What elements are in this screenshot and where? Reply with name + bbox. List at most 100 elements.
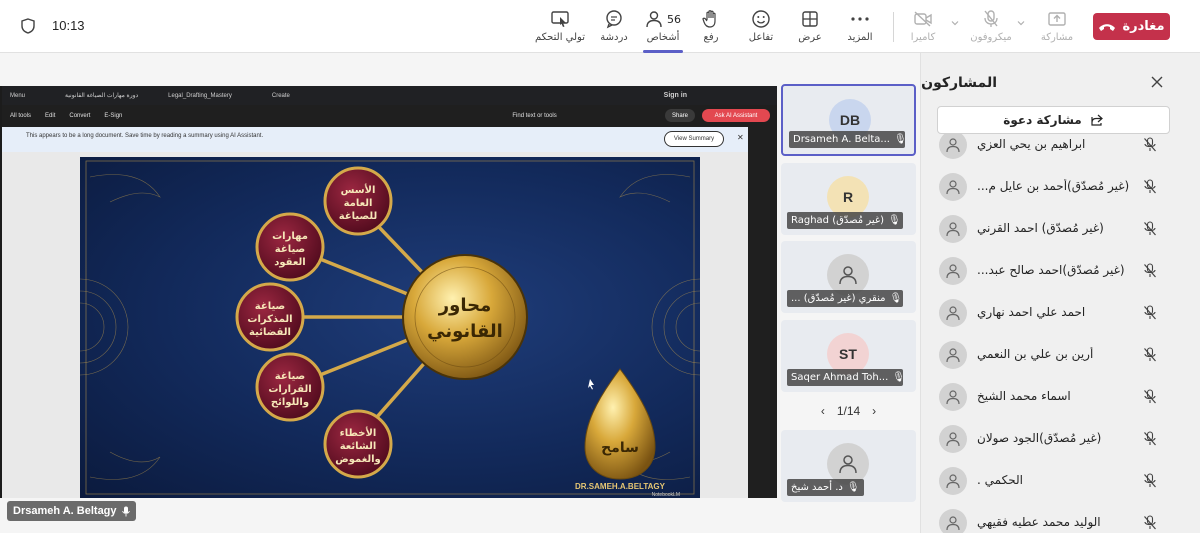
mind-map-graphic: محاور القانوني الأسس العامة للصياغة مهارات… (80, 160, 700, 498)
take-control-button[interactable]: تولي التحكم (535, 8, 585, 48)
share-icon (1091, 114, 1103, 126)
people-label: أشخاص (646, 32, 680, 43)
share-screen-icon (1048, 12, 1066, 26)
participant-row[interactable]: الحكمي . (921, 460, 1200, 502)
participant-row[interactable]: اسماء محمد الشيخ (921, 376, 1200, 418)
avatar (939, 383, 967, 411)
chevron-down-icon[interactable] (1016, 18, 1026, 28)
camera-label: كاميرا (910, 32, 936, 43)
pdf-notice-bar: This appears to be a long document. Save… (2, 127, 748, 152)
participant-name: ابراهيم بن يحي العزي (977, 137, 1086, 151)
browser-tab: دورة مهارات الصياغة القانونية (65, 93, 139, 99)
chevron-down-icon[interactable] (950, 18, 960, 28)
tile-name-tag: د. أحمد شيخ 🎙 (787, 479, 864, 496)
raise-hand-icon (702, 10, 716, 28)
svg-text:واللوائح: واللوائح (271, 397, 309, 408)
take-control-label: تولي التحكم (535, 32, 585, 43)
participant-row[interactable]: (غير مُصدّق)احمد صالح عبد... (921, 250, 1200, 292)
react-label: تفاعل (748, 32, 774, 43)
people-button[interactable]: 56 أشخاص (643, 8, 683, 53)
person-icon (946, 264, 960, 279)
avatar (939, 134, 967, 159)
participant-row[interactable]: (غير مُصدّق)الجود صولان (921, 418, 1200, 460)
participant-row[interactable]: (غير مُصدّق)أحمد بن عايل م... (921, 166, 1200, 208)
participant-row[interactable]: ابراهيم بن يحي العزي (921, 134, 1200, 166)
video-tile[interactable]: DB Drsameh A. Belta...🎙 (781, 84, 916, 156)
person-icon (946, 390, 960, 405)
person-icon (946, 432, 960, 447)
svg-text:صياغة: صياغة (255, 301, 285, 312)
chat-label: دردشة (600, 32, 628, 43)
svg-text:المذكرات: المذكرات (247, 314, 292, 325)
browser-new-tab: Create (271, 92, 290, 99)
svg-text:العامة: العامة (344, 198, 373, 209)
tile-name: Drsameh A. Belta... (793, 134, 890, 145)
chevron-right-icon[interactable]: › (872, 404, 876, 418)
svg-text:للصياغة: للصياغة (339, 211, 377, 222)
more-button[interactable]: المزيد (843, 8, 877, 48)
participant-row[interactable]: احمد علي احمد نهاري (921, 292, 1200, 334)
camera-off-icon (914, 11, 932, 27)
mic-off-icon (1144, 221, 1156, 236)
tile-name-tag: ... منقري (غير مُصدّق) 🎙 (787, 290, 903, 307)
grid-view-icon (802, 11, 818, 27)
participant-name: (غير مُصدّق)أحمد بن عايل م... (977, 179, 1130, 193)
raise-hand-button[interactable]: رفع (698, 8, 724, 48)
slide-brand: DR.SAMEH.A.BELTAGY (575, 482, 666, 491)
video-tile[interactable]: ST Saqer Ahmad Toh... 🎙 (781, 320, 916, 392)
video-tile[interactable]: R Raghad (غير مُصدّق) 🎙 (781, 163, 916, 235)
pdf-document: محاور القانوني الأسس العامة للصياغة مهارات… (2, 152, 748, 498)
pdf-tool: E-Sign (104, 113, 123, 119)
avatar (939, 215, 967, 243)
mic-icon (121, 506, 130, 516)
person-icon (946, 516, 960, 531)
participant-row[interactable]: أرين بن علي بن النعمي (921, 334, 1200, 376)
person-icon (946, 180, 960, 195)
person-icon (946, 474, 960, 489)
close-icon: ✕ (737, 133, 744, 142)
avatar (939, 509, 967, 533)
mic-off-icon: 🎙 (892, 372, 903, 383)
participant-row[interactable]: الوليد محمد عطيه فقيهي (921, 502, 1200, 533)
mic-off-icon (1144, 179, 1156, 194)
view-button[interactable]: عرض (797, 8, 823, 48)
mic-icon: 🎙 (894, 134, 905, 145)
microphone-button[interactable]: ميكروفون (968, 8, 1014, 48)
page-indicator: 1/14 (836, 404, 861, 418)
pdf-tool: Convert (69, 113, 91, 119)
tile-name: Saqer Ahmad Toh... (791, 372, 889, 383)
share-invite-label: مشاركة دعوة (1003, 113, 1082, 127)
pdf-side-rail (748, 127, 777, 498)
chat-button[interactable]: دردشة (596, 8, 632, 48)
video-tile[interactable]: د. أحمد شيخ 🎙 (781, 430, 916, 502)
participant-name: الحكمي . (977, 473, 1023, 487)
meeting-timer: 10:13 (52, 18, 85, 33)
tile-name-tag: Saqer Ahmad Toh... 🎙 (787, 369, 903, 386)
tile-pager: ‹ 1/14 › (781, 398, 916, 424)
avatar (939, 257, 967, 285)
slide-watermark: NotebookLM (652, 492, 680, 498)
view-label: عرض (798, 32, 822, 43)
meeting-toolbar: 10:13 تولي التحكم دردشة 56 أشخاص رفع تفا… (0, 0, 1200, 53)
person-icon (946, 306, 960, 321)
mic-off-icon (1144, 431, 1156, 446)
share-screen-button[interactable]: مشاركة (1040, 8, 1074, 48)
svg-text:القضائية: القضائية (249, 327, 291, 338)
browser-tab-active: Legal_Drafting_Mastery (168, 92, 232, 99)
hang-up-icon (1099, 23, 1116, 31)
react-button[interactable]: تفاعل (746, 8, 776, 48)
share-invite-button[interactable]: مشاركة دعوة (937, 106, 1170, 134)
participant-name: اسماء محمد الشيخ (977, 389, 1071, 403)
avatar (939, 467, 967, 495)
video-tile[interactable]: ... منقري (غير مُصدّق) 🎙 (781, 241, 916, 313)
chevron-left-icon[interactable]: ‹ (821, 404, 825, 418)
pdf-toolbar: All tools Edit Convert E-Sign Find text … (2, 105, 777, 127)
mic-off-icon (1144, 347, 1156, 362)
camera-button[interactable]: كاميرا (908, 8, 938, 48)
participant-row[interactable]: (غير مُصدّق) احمد القرني (921, 208, 1200, 250)
pdf-notice-text: This appears to be a long document. Save… (26, 133, 264, 139)
leave-button[interactable]: مغادرة (1093, 13, 1170, 40)
close-icon[interactable] (1150, 75, 1164, 89)
speaker-name: Drsameh A. Beltagy (13, 505, 117, 517)
participant-name: (غير مُصدّق)احمد صالح عبد... (977, 263, 1125, 277)
